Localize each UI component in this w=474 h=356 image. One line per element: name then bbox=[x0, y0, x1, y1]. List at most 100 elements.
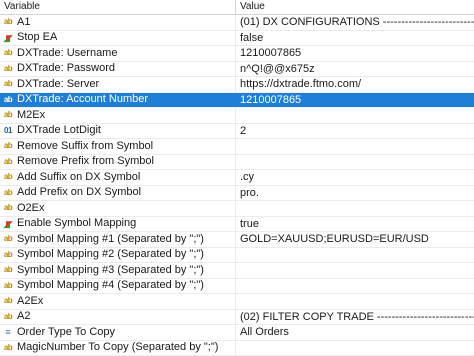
bool-icon: ◢◤ bbox=[3, 33, 13, 43]
variable-cell[interactable]: abDXTrade: Password bbox=[0, 62, 236, 77]
variable-cell[interactable]: ab A1 bbox=[0, 15, 236, 30]
table-row[interactable]: ab Add Suffix on DX Symbol .cy bbox=[0, 170, 474, 186]
variable-cell[interactable]: ab MagicNumber To Copy (Separated by ";") bbox=[0, 341, 236, 356]
variable-label: A1 bbox=[17, 15, 30, 30]
value-cell[interactable]: .cy bbox=[236, 170, 474, 185]
value-cell[interactable]: 1210007865 bbox=[236, 93, 474, 108]
table-row[interactable]: ab Symbol Mapping #4 (Separated by ";") bbox=[0, 279, 474, 295]
value-cell[interactable]: https://dxtrade.ftmo.com/ bbox=[236, 77, 474, 92]
table-row[interactable]: abDXTrade: Username1210007865 bbox=[0, 46, 474, 62]
variable-cell[interactable]: ab M2Ex bbox=[0, 108, 236, 123]
variable-cell[interactable]: 01DXTrade LotDigit bbox=[0, 124, 236, 139]
ab-string-icon: ab bbox=[3, 343, 13, 353]
value-cell[interactable] bbox=[236, 341, 474, 356]
ab-string-icon: ab bbox=[3, 157, 13, 167]
variable-label: Remove Prefix from Symbol bbox=[17, 155, 154, 170]
variable-label: Enable Symbol Mapping bbox=[17, 217, 136, 232]
value-cell[interactable] bbox=[236, 155, 474, 170]
variable-label: Add Suffix on DX Symbol bbox=[17, 170, 140, 185]
ab-string-icon: ab bbox=[3, 188, 13, 198]
variable-label: Symbol Mapping #2 (Separated by ";") bbox=[17, 248, 204, 263]
variable-cell[interactable]: ab DXTrade: Account Number bbox=[0, 93, 236, 108]
value-cell[interactable] bbox=[236, 108, 474, 123]
ab-string-icon: ab bbox=[3, 79, 13, 89]
table-row[interactable]: 01DXTrade LotDigit2 bbox=[0, 124, 474, 140]
value-cell[interactable]: 2 bbox=[236, 124, 474, 139]
variable-cell[interactable]: ◢◤Stop EA bbox=[0, 31, 236, 46]
variable-label: O2Ex bbox=[17, 201, 45, 216]
ab-string-icon: ab bbox=[3, 203, 13, 213]
ab-string-icon: ab bbox=[3, 234, 13, 244]
inputs-grid: Variable Value ab A1 (01) DX CONFIGURATION… bbox=[0, 0, 474, 316]
table-row[interactable]: ab DXTrade: Account Number 1210007865 bbox=[0, 93, 474, 109]
value-cell[interactable]: All Orders bbox=[236, 325, 474, 340]
grid-rows: ab A1 (01) DX CONFIGURATIONS -------------… bbox=[0, 15, 474, 356]
table-row[interactable]: ab O2Ex bbox=[0, 201, 474, 217]
variable-cell[interactable]: abA2 bbox=[0, 310, 236, 325]
value-cell[interactable] bbox=[236, 279, 474, 294]
table-row[interactable]: abA2(02) FILTER COPY TRADE -------------… bbox=[0, 310, 474, 326]
ab-string-icon: ab bbox=[3, 95, 13, 105]
variable-label: MagicNumber To Copy (Separated by ";") bbox=[17, 341, 218, 356]
value-cell[interactable] bbox=[236, 201, 474, 216]
variable-cell[interactable]: abSymbol Mapping #3 (Separated by ";") bbox=[0, 263, 236, 278]
ab-string-icon: ab bbox=[3, 250, 13, 260]
table-row[interactable]: ≡ Order Type To Copy All Orders bbox=[0, 325, 474, 341]
table-row[interactable]: ab M2Ex bbox=[0, 108, 474, 124]
variable-cell[interactable]: abAdd Prefix on DX Symbol bbox=[0, 186, 236, 201]
ab-string-icon: ab bbox=[3, 17, 13, 27]
variable-cell[interactable]: ab Remove Prefix from Symbol bbox=[0, 155, 236, 170]
value-cell[interactable]: GOLD=XAUUSD;EURUSD=EUR/USD bbox=[236, 232, 474, 247]
table-row[interactable]: abSymbol Mapping #1 (Separated by ";")GO… bbox=[0, 232, 474, 248]
value-cell[interactable] bbox=[236, 139, 474, 154]
ab-string-icon: ab bbox=[3, 110, 13, 120]
ab-string-icon: ab bbox=[3, 141, 13, 151]
variable-label: Symbol Mapping #4 (Separated by ";") bbox=[17, 279, 204, 294]
variable-cell[interactable]: ab O2Ex bbox=[0, 201, 236, 216]
table-row[interactable]: ab Remove Prefix from Symbol bbox=[0, 155, 474, 171]
table-row[interactable]: abDXTrade: Serverhttps://dxtrade.ftmo.co… bbox=[0, 77, 474, 93]
value-cell[interactable] bbox=[236, 248, 474, 263]
table-row[interactable]: ab A1 (01) DX CONFIGURATIONS -------------… bbox=[0, 15, 474, 31]
grid-header: Variable Value bbox=[0, 0, 474, 15]
ab-string-icon: ab bbox=[3, 281, 13, 291]
enum-icon: ≡ bbox=[3, 327, 13, 337]
value-cell[interactable] bbox=[236, 294, 474, 309]
value-cell[interactable]: pro. bbox=[236, 186, 474, 201]
variable-cell[interactable]: ◢◤Enable Symbol Mapping bbox=[0, 217, 236, 232]
value-cell[interactable] bbox=[236, 263, 474, 278]
column-header-value[interactable]: Value bbox=[236, 0, 474, 14]
variable-label: DXTrade: Account Number bbox=[17, 93, 148, 108]
ab-string-icon: ab bbox=[3, 172, 13, 182]
variable-cell[interactable]: ab Symbol Mapping #4 (Separated by ";") bbox=[0, 279, 236, 294]
variable-cell[interactable]: abDXTrade: Username bbox=[0, 46, 236, 61]
table-row[interactable]: abSymbol Mapping #3 (Separated by ";") bbox=[0, 263, 474, 279]
variable-label: Order Type To Copy bbox=[17, 325, 115, 340]
value-cell[interactable]: (02) FILTER COPY TRADE -----------------… bbox=[236, 310, 474, 325]
table-row[interactable]: abDXTrade: Passwordn^Q!@@x675z bbox=[0, 62, 474, 78]
variable-cell[interactable]: abRemove Suffix from Symbol bbox=[0, 139, 236, 154]
variable-cell[interactable]: ≡ Order Type To Copy bbox=[0, 325, 236, 340]
value-cell[interactable]: (01) DX CONFIGURATIONS -----------------… bbox=[236, 15, 474, 30]
value-cell[interactable]: n^Q!@@x675z bbox=[236, 62, 474, 77]
table-row[interactable]: abA2Ex bbox=[0, 294, 474, 310]
variable-cell[interactable]: abDXTrade: Server bbox=[0, 77, 236, 92]
variable-label: M2Ex bbox=[17, 108, 45, 123]
value-cell[interactable]: false bbox=[236, 31, 474, 46]
table-row[interactable]: ◢◤Enable Symbol Mappingtrue bbox=[0, 217, 474, 233]
table-row[interactable]: abAdd Prefix on DX Symbolpro. bbox=[0, 186, 474, 202]
table-row[interactable]: abRemove Suffix from Symbol bbox=[0, 139, 474, 155]
table-row[interactable]: ◢◤Stop EAfalse bbox=[0, 31, 474, 47]
variable-cell[interactable]: ab Symbol Mapping #2 (Separated by ";") bbox=[0, 248, 236, 263]
table-row[interactable]: ab MagicNumber To Copy (Separated by ";") bbox=[0, 341, 474, 356]
variable-cell[interactable]: abSymbol Mapping #1 (Separated by ";") bbox=[0, 232, 236, 247]
variable-cell[interactable]: ab Add Suffix on DX Symbol bbox=[0, 170, 236, 185]
ab-string-icon: ab bbox=[3, 265, 13, 275]
ab-string-icon: ab bbox=[3, 312, 13, 322]
column-header-variable[interactable]: Variable bbox=[0, 0, 236, 14]
variable-cell[interactable]: abA2Ex bbox=[0, 294, 236, 309]
value-cell[interactable]: 1210007865 bbox=[236, 46, 474, 61]
value-cell[interactable]: true bbox=[236, 217, 474, 232]
ab-string-icon: ab bbox=[3, 64, 13, 74]
table-row[interactable]: ab Symbol Mapping #2 (Separated by ";") bbox=[0, 248, 474, 264]
